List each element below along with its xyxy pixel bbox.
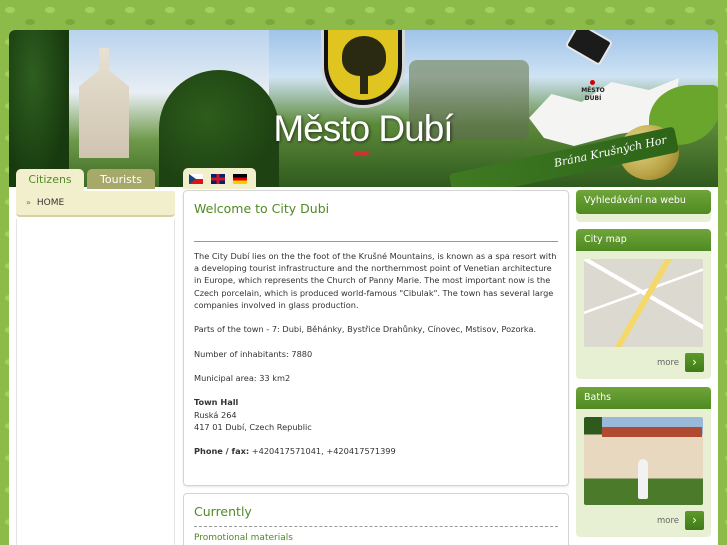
english-flag-icon[interactable] xyxy=(211,174,225,184)
address-line-2: 417 01 Dubí, Czech Republic xyxy=(194,421,312,432)
oak-trunk xyxy=(360,70,368,94)
title-ornament xyxy=(353,151,369,155)
phone-label: Phone / fax: xyxy=(194,446,250,457)
city-map-more-link[interactable]: more xyxy=(657,358,679,368)
banner-tree xyxy=(9,30,69,187)
dashed-divider xyxy=(194,526,558,527)
header-banner: MĚSTO DUBÍ Brána Krušných Hor Město Dubí xyxy=(9,30,718,187)
language-switcher xyxy=(183,168,256,189)
czech-flag-icon[interactable] xyxy=(189,174,203,184)
town-hall-label: Town Hall xyxy=(194,397,239,408)
site-title[interactable]: Město Dubí xyxy=(268,108,458,150)
baths-title: Baths xyxy=(576,387,711,409)
address-line-1: Ruská 264 xyxy=(194,409,237,420)
building-roof xyxy=(602,427,702,437)
page-title: Welcome to City Dubi xyxy=(194,201,330,216)
left-column xyxy=(16,219,175,545)
currently-title: Currently xyxy=(194,504,252,519)
divider xyxy=(194,241,558,242)
double-chevron-right-icon: » xyxy=(26,198,31,207)
baths-widget: Baths more › xyxy=(576,387,711,537)
arrow-right-icon[interactable]: › xyxy=(685,511,704,530)
address-block: Town Hall Ruská 264 417 01 Dubí, Czech R… xyxy=(194,396,560,433)
city-map-more-row: more › xyxy=(576,353,711,373)
phone-value: +420417571041, +420417571399 xyxy=(249,446,396,457)
arrow-right-icon[interactable]: › xyxy=(685,353,704,372)
tab-tourists[interactable]: Tourists xyxy=(87,169,155,189)
map-crest-icon xyxy=(564,30,614,67)
baths-more-link[interactable]: more xyxy=(657,516,679,526)
inhabitants: Number of inhabitants: 7880 xyxy=(194,348,313,359)
town-parts: Parts of the town - 7: Dubi, Běhánky, By… xyxy=(194,324,537,335)
left-menu: » HOME xyxy=(16,191,175,217)
intro-paragraph: The City Dubí lies on the the foot of th… xyxy=(194,251,557,310)
search-widget: Vyhledávání na webu xyxy=(576,190,711,222)
menu-item-label: HOME xyxy=(36,198,65,208)
city-map-thumbnail[interactable] xyxy=(584,259,703,347)
page-container: MĚSTO DUBÍ Brána Krušných Hor Město Dubí… xyxy=(9,30,718,545)
menu-item-home[interactable]: » HOME xyxy=(26,198,64,208)
currently-panel: Currently Promotional materials xyxy=(183,493,569,545)
phone-block: Phone / fax: +420417571041, +42041757139… xyxy=(194,445,560,457)
welcome-text: The City Dubí lies on the the foot of th… xyxy=(194,250,560,470)
promotional-materials-link[interactable]: Promotional materials xyxy=(194,533,293,543)
municipal-area: Municipal area: 33 km2 xyxy=(194,372,291,383)
welcome-panel: Welcome to City Dubi The City Dubí lies … xyxy=(183,190,569,486)
crest-shield xyxy=(328,30,398,100)
statue-image xyxy=(638,459,648,499)
city-map-title: City map xyxy=(576,229,711,251)
search-widget-title[interactable]: Vyhledávání na webu xyxy=(576,190,711,214)
map-label: MĚSTO DUBÍ xyxy=(581,87,605,102)
city-crest-logo[interactable] xyxy=(321,30,405,108)
baths-more-row: more › xyxy=(576,511,711,531)
map-pin-icon xyxy=(590,80,595,85)
city-map-widget: City map more › xyxy=(576,229,711,379)
tab-citizens[interactable]: Citizens xyxy=(16,169,84,191)
german-flag-icon[interactable] xyxy=(233,174,247,184)
baths-thumbnail[interactable] xyxy=(584,417,703,505)
